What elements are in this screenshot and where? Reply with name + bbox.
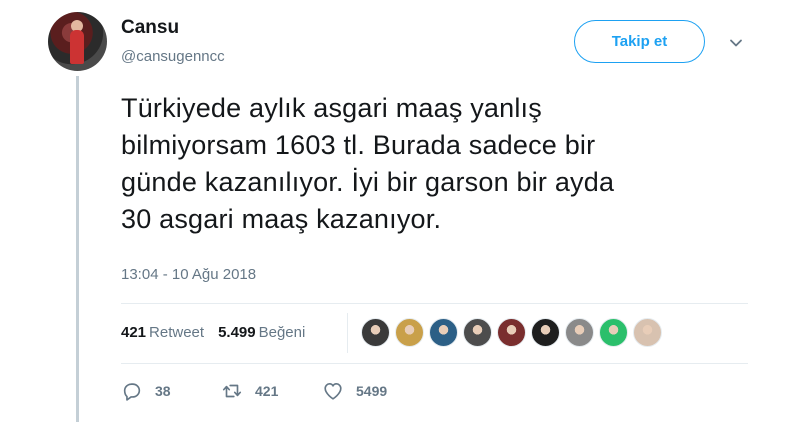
tweet-line: günde kazanılıyor. İyi bir garson bir ay… xyxy=(121,167,615,197)
tweet-line: 30 asgari maaş kazanıyor. xyxy=(121,204,442,234)
like-action-count: 5499 xyxy=(356,383,388,399)
liker-avatar[interactable] xyxy=(361,318,390,347)
tweet-stats: 421 Retweet 5.499 Beğeni xyxy=(121,324,305,341)
divider xyxy=(121,303,748,304)
thread-line xyxy=(76,76,79,422)
liker-avatar[interactable] xyxy=(497,318,526,347)
user-name[interactable]: Cansu xyxy=(121,17,179,39)
retweet-count: 421 xyxy=(121,324,147,341)
avatar[interactable] xyxy=(48,12,107,71)
follow-button[interactable]: Takip et xyxy=(574,20,705,63)
divider xyxy=(121,363,748,364)
stats-separator xyxy=(347,313,348,353)
liker-avatar[interactable] xyxy=(633,318,662,347)
liker-avatar[interactable] xyxy=(531,318,560,347)
retweet-action-count: 421 xyxy=(255,383,279,399)
reply-button[interactable]: 38 xyxy=(121,380,221,402)
tweet-timestamp[interactable]: 13:04 - 10 Ağu 2018 xyxy=(121,266,256,283)
tweet-actions: 38 421 5499 xyxy=(121,380,387,402)
tweet-line: bilmiyorsam 1603 tl. Burada sadece bir xyxy=(121,130,596,160)
reply-count: 38 xyxy=(155,383,171,399)
like-stat[interactable]: 5.499 Beğeni xyxy=(218,324,305,341)
chevron-down-icon[interactable] xyxy=(729,36,743,50)
user-handle[interactable]: @cansugenncc xyxy=(121,48,225,65)
liker-avatar[interactable] xyxy=(429,318,458,347)
liker-avatar[interactable] xyxy=(565,318,594,347)
liker-avatar[interactable] xyxy=(395,318,424,347)
reply-icon xyxy=(123,383,141,401)
retweet-label: Retweet xyxy=(149,324,205,341)
liker-avatar[interactable] xyxy=(463,318,492,347)
retweet-icon xyxy=(222,384,242,398)
retweet-button[interactable]: 421 xyxy=(221,380,322,402)
retweet-stat[interactable]: 421 Retweet xyxy=(121,324,204,341)
tweet-line: Türkiyede aylık asgari maaş yanlış xyxy=(121,93,542,123)
like-label: Beğeni xyxy=(258,324,306,341)
heart-icon xyxy=(324,383,342,400)
like-count: 5.499 xyxy=(218,324,256,341)
like-button[interactable]: 5499 xyxy=(322,380,387,402)
tweet-text: Türkiyede aylık asgari maaş yanlış bilmi… xyxy=(121,90,761,238)
liker-avatar[interactable] xyxy=(599,318,628,347)
likers-list xyxy=(361,318,662,347)
